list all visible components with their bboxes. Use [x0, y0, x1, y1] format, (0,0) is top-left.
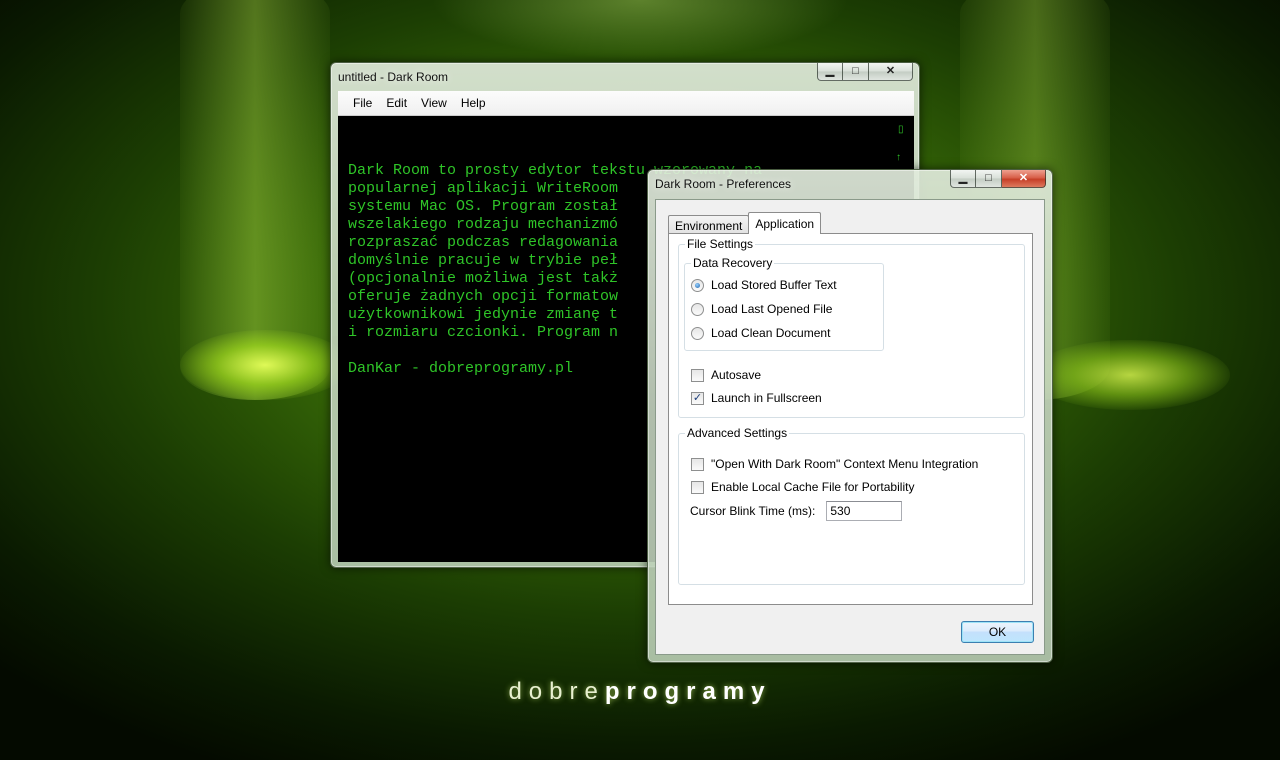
- file-settings-group: File Settings Data Recovery Load Stored …: [678, 237, 1025, 418]
- text-line: użytkownikowi jedynie zmianę t: [348, 306, 619, 323]
- ok-button[interactable]: OK: [961, 621, 1034, 643]
- radio-load-last-opened[interactable]: Load Last Opened File: [691, 302, 832, 316]
- data-recovery-label: Data Recovery: [691, 256, 775, 270]
- checkbox[interactable]: [691, 368, 704, 382]
- local-cache-checkbox[interactable]: Enable Local Cache File for Portability: [691, 480, 914, 494]
- text-line: i rozmiaru czcionki. Program n: [348, 324, 619, 341]
- prefs-caption-buttons: ▁ □ ✕: [950, 170, 1046, 188]
- background-glow-right: [1030, 340, 1230, 410]
- brand-logo: dobreprogramy: [0, 678, 1280, 706]
- checkbox-label: "Open With Dark Room" Context Menu Integ…: [711, 457, 979, 471]
- scroll-thumb-icon[interactable]: ▯: [898, 124, 904, 135]
- text-line: systemu Mac OS. Program został: [348, 198, 619, 215]
- background-glow-left: [180, 330, 350, 400]
- scroll-up-arrow-icon[interactable]: ↑: [896, 152, 901, 163]
- editor-window-title: untitled - Dark Room: [338, 70, 449, 84]
- radio-load-stored-buffer[interactable]: Load Stored Buffer Text: [691, 278, 837, 292]
- checkbox[interactable]: [691, 457, 704, 471]
- menu-file[interactable]: File: [346, 94, 379, 112]
- background-pillar-left: [180, 0, 330, 400]
- maximize-button[interactable]: □: [976, 170, 1002, 188]
- maximize-button[interactable]: □: [843, 63, 869, 81]
- tab-application[interactable]: Application: [748, 212, 822, 234]
- brand-logo-part1: dobre: [508, 678, 605, 705]
- preferences-dialog-title: Dark Room - Preferences: [655, 177, 792, 191]
- radio-load-clean-document[interactable]: Load Clean Document: [691, 326, 830, 340]
- editor-caption-buttons: ▁ □ ✕: [817, 63, 913, 81]
- radio-button[interactable]: [691, 278, 704, 292]
- close-button[interactable]: ✕: [869, 63, 913, 81]
- menu-edit[interactable]: Edit: [379, 94, 414, 112]
- radio-label: Load Clean Document: [711, 326, 831, 340]
- checkbox-label: Launch in Fullscreen: [711, 391, 822, 405]
- close-button[interactable]: ✕: [1002, 170, 1046, 188]
- text-line: DanKar - dobreprogramy.pl: [348, 360, 574, 377]
- cursor-blink-row: Cursor Blink Time (ms):: [690, 501, 903, 521]
- checkbox-label: Enable Local Cache File for Portability: [711, 480, 915, 494]
- text-line: domyślnie pracuje w trybie peł: [348, 252, 619, 269]
- autosave-checkbox[interactable]: Autosave: [691, 368, 761, 382]
- checkmark-icon[interactable]: ✓: [691, 391, 704, 405]
- radio-label: Load Stored Buffer Text: [711, 278, 837, 292]
- launch-fullscreen-checkbox[interactable]: ✓ Launch in Fullscreen: [691, 391, 822, 405]
- text-line: rozpraszać podczas redagowania: [348, 234, 619, 251]
- preferences-dialog: Dark Room - Preferences ▁ □ ✕ Environmen…: [647, 169, 1053, 663]
- menu-help[interactable]: Help: [454, 94, 493, 112]
- brand-logo-part2: programy: [604, 678, 772, 705]
- checkbox-label: Autosave: [711, 368, 762, 382]
- radio-label: Load Last Opened File: [711, 302, 833, 316]
- radio-button[interactable]: [691, 302, 704, 316]
- dialog-client-area: Environment Application File Settings Da…: [655, 199, 1045, 655]
- editor-menubar: File Edit View Help: [338, 91, 914, 116]
- background-light-beam: [430, 0, 850, 60]
- advanced-settings-group: Advanced Settings "Open With Dark Room" …: [678, 426, 1025, 585]
- radio-button[interactable]: [691, 326, 704, 340]
- tab-strip: Environment Application: [668, 212, 822, 234]
- checkbox[interactable]: [691, 480, 704, 494]
- minimize-button[interactable]: ▁: [950, 170, 976, 188]
- cursor-blink-label: Cursor Blink Time (ms):: [690, 504, 816, 518]
- tab-panel-application: File Settings Data Recovery Load Stored …: [668, 233, 1033, 605]
- text-line: oferuje żadnych opcji formatow: [348, 288, 619, 305]
- text-line: wszelakiego rodzaju mechanizmó: [348, 216, 619, 233]
- text-line: popularnej aplikacji WriteRoom: [348, 180, 619, 197]
- menu-view[interactable]: View: [414, 94, 454, 112]
- text-line: (opcjonalnie możliwa jest takż: [348, 270, 619, 287]
- data-recovery-group: Data Recovery Load Stored Buffer Text Lo…: [684, 256, 884, 351]
- cursor-blink-input[interactable]: [826, 501, 903, 521]
- advanced-settings-label: Advanced Settings: [685, 426, 790, 440]
- tab-environment[interactable]: Environment: [668, 215, 750, 234]
- minimize-button[interactable]: ▁: [817, 63, 843, 81]
- file-settings-label: File Settings: [685, 237, 756, 251]
- context-menu-checkbox[interactable]: "Open With Dark Room" Context Menu Integ…: [691, 457, 978, 471]
